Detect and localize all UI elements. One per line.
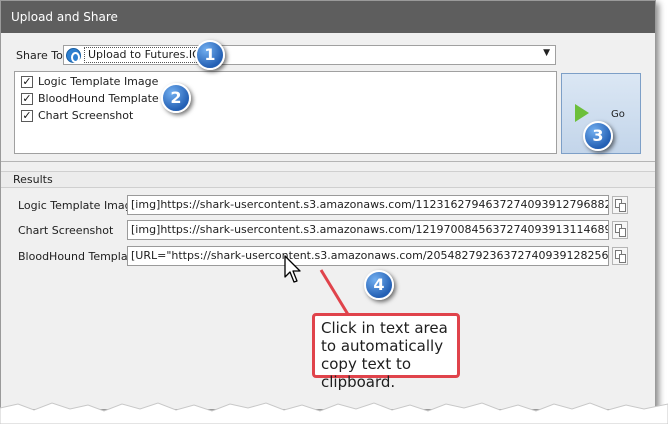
step-badge-4: 4 — [364, 270, 394, 300]
callout-box: Click in text area to automatically copy… — [312, 313, 460, 391]
step-badge-2: 2 — [161, 83, 191, 113]
torn-edge — [0, 402, 668, 424]
mouse-cursor-icon — [284, 255, 301, 283]
step-badge-1: 1 — [195, 40, 225, 70]
step-badge-3: 3 — [583, 121, 613, 151]
